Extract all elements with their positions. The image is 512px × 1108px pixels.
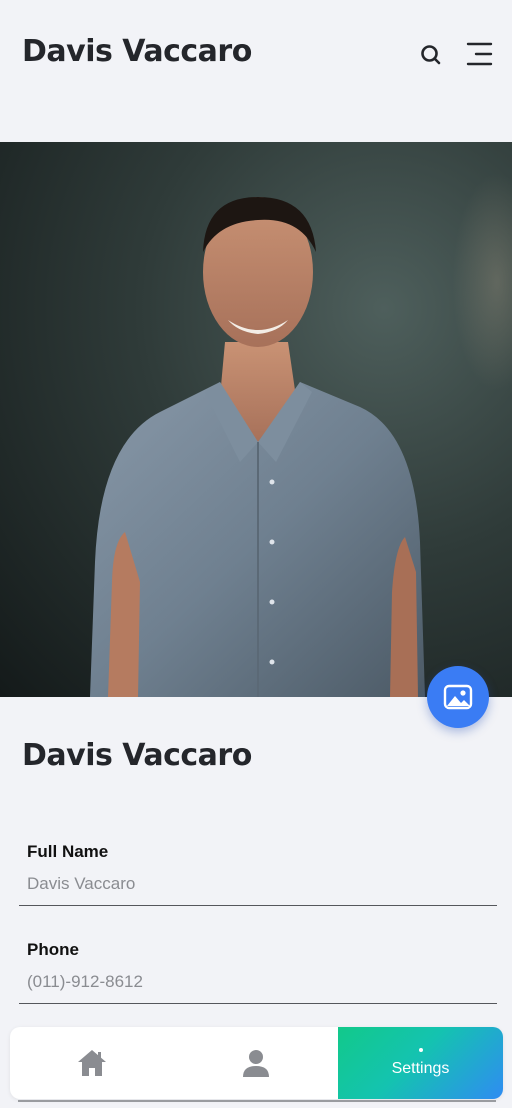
home-icon (78, 1050, 106, 1076)
full-name-field[interactable]: Full Name Davis Vaccaro (19, 838, 497, 906)
nav-settings[interactable]: Settings (338, 1027, 503, 1099)
phone-field[interactable]: Phone (011)-912-8612 (19, 936, 497, 1004)
profile-name: Davis Vaccaro (22, 738, 252, 773)
search-button[interactable] (418, 42, 444, 68)
profile-photo (0, 142, 512, 697)
app-header: Davis Vaccaro (0, 0, 512, 110)
active-indicator-dot (418, 1048, 423, 1052)
full-name-label: Full Name (27, 842, 109, 861)
nav-home[interactable] (10, 1027, 174, 1099)
person-icon (243, 1050, 269, 1077)
phone-value[interactable]: (011)-912-8612 (27, 972, 143, 992)
menu-icon (466, 42, 493, 66)
bottom-navigation: Settings (10, 1027, 503, 1099)
nav-settings-label: Settings (391, 1060, 450, 1077)
full-name-value[interactable]: Davis Vaccaro (27, 874, 135, 894)
menu-button[interactable] (464, 40, 494, 68)
change-photo-button[interactable] (427, 666, 489, 728)
nav-profile[interactable] (174, 1027, 338, 1099)
page-title: Davis Vaccaro (22, 34, 252, 69)
person-portrait (90, 197, 425, 697)
bottom-divider (18, 1100, 496, 1102)
search-icon (421, 45, 441, 65)
phone-label: Phone (27, 940, 79, 959)
image-icon (443, 684, 473, 710)
